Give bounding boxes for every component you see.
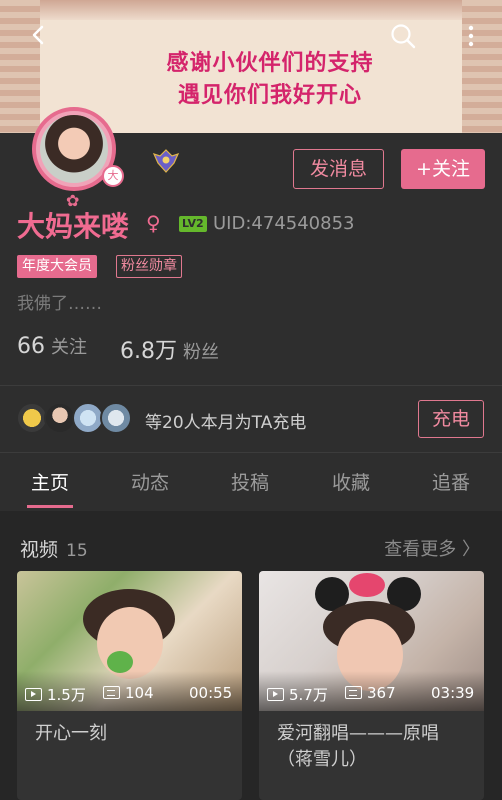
avatar-container[interactable]: 大 ✿: [18, 93, 138, 213]
banner-line-1: 感谢小伙伴们的支持: [166, 51, 374, 76]
banner-line-2: 遇见你们我好开心: [177, 83, 362, 108]
video-card[interactable]: 5.7万 367 03:39 爱河翻唱———原唱（蒋雪儿）: [259, 571, 484, 800]
play-count-icon: [267, 688, 284, 701]
charge-summary: 等20人本月为TA充电: [145, 413, 307, 433]
charge-section[interactable]: 等20人本月为TA充电 充电: [0, 386, 502, 452]
search-button[interactable]: [388, 22, 418, 52]
signature: 我佛了……: [17, 294, 102, 314]
following-stat[interactable]: 66 关注: [17, 333, 87, 359]
tab-favorites[interactable]: 收藏: [316, 468, 386, 495]
follow-button[interactable]: +关注: [401, 149, 485, 189]
charge-button[interactable]: 充电: [418, 400, 484, 438]
user-id: UID:474540853: [213, 213, 355, 234]
banner-frame-right: [462, 0, 502, 133]
fans-stat[interactable]: 6.8万 粉丝: [120, 333, 219, 365]
following-label: 关注: [51, 337, 87, 358]
more-button[interactable]: [456, 22, 486, 52]
section-title: 视频 15: [20, 535, 88, 562]
tab-submissions[interactable]: 投稿: [215, 468, 285, 495]
fans-count: 6.8万: [120, 339, 177, 364]
avatar: [40, 115, 108, 183]
video-title: 爱河翻唱———原唱（蒋雪儿）: [277, 723, 439, 770]
profile-tabs: 主页 动态 投稿 收藏 追番: [0, 453, 502, 511]
rank-badge-icon: [152, 149, 180, 173]
section-title-label: 视频: [20, 539, 59, 561]
female-icon: ♀: [146, 211, 161, 235]
danmaku-icon: [103, 686, 120, 699]
video-count: 15: [66, 541, 88, 561]
thumbnail-bow: [349, 573, 385, 597]
level-badge: LV2: [179, 216, 207, 232]
tab-anime[interactable]: 追番: [416, 468, 486, 495]
play-count-icon: [25, 688, 42, 701]
arrow-left-icon: [32, 25, 44, 45]
videos-section: 视频 15 查看更多 〉 1.5万 104 00:55 开心一刻 5.7万 36…: [0, 511, 502, 800]
tab-home[interactable]: 主页: [15, 468, 85, 495]
following-count: 66: [17, 334, 45, 359]
video-title: 开心一刻: [35, 723, 107, 744]
banner-text: 感谢小伙伴们的支持 遇见你们我好开心: [120, 48, 420, 112]
view-more-link[interactable]: 查看更多 〉: [384, 535, 480, 561]
video-card[interactable]: 1.5万 104 00:55 开心一刻: [17, 571, 242, 800]
more-vertical-icon: [468, 25, 474, 47]
username: 大妈来喽: [17, 210, 130, 243]
fans-label: 粉丝: [183, 342, 219, 363]
back-button[interactable]: [24, 22, 54, 52]
search-icon: [391, 24, 416, 49]
danmaku-icon: [345, 686, 362, 699]
profile-header: 大 ✿ 发消息 +关注 大妈来喽 ♀ LV2 UID:474540853 年度大…: [0, 107, 502, 385]
active-tab-indicator: [27, 505, 73, 508]
send-message-button[interactable]: 发消息: [293, 149, 384, 189]
banner-scroll-decoration: [40, 0, 462, 20]
vip-tag[interactable]: 年度大会员: [17, 255, 97, 278]
fan-medal-tag[interactable]: 粉丝勋章: [116, 255, 182, 278]
tab-dynamics[interactable]: 动态: [115, 468, 185, 495]
supporter-avatar: [100, 402, 132, 434]
avatar-badge: 大: [102, 165, 124, 187]
thumbnail-prop: [107, 651, 133, 673]
